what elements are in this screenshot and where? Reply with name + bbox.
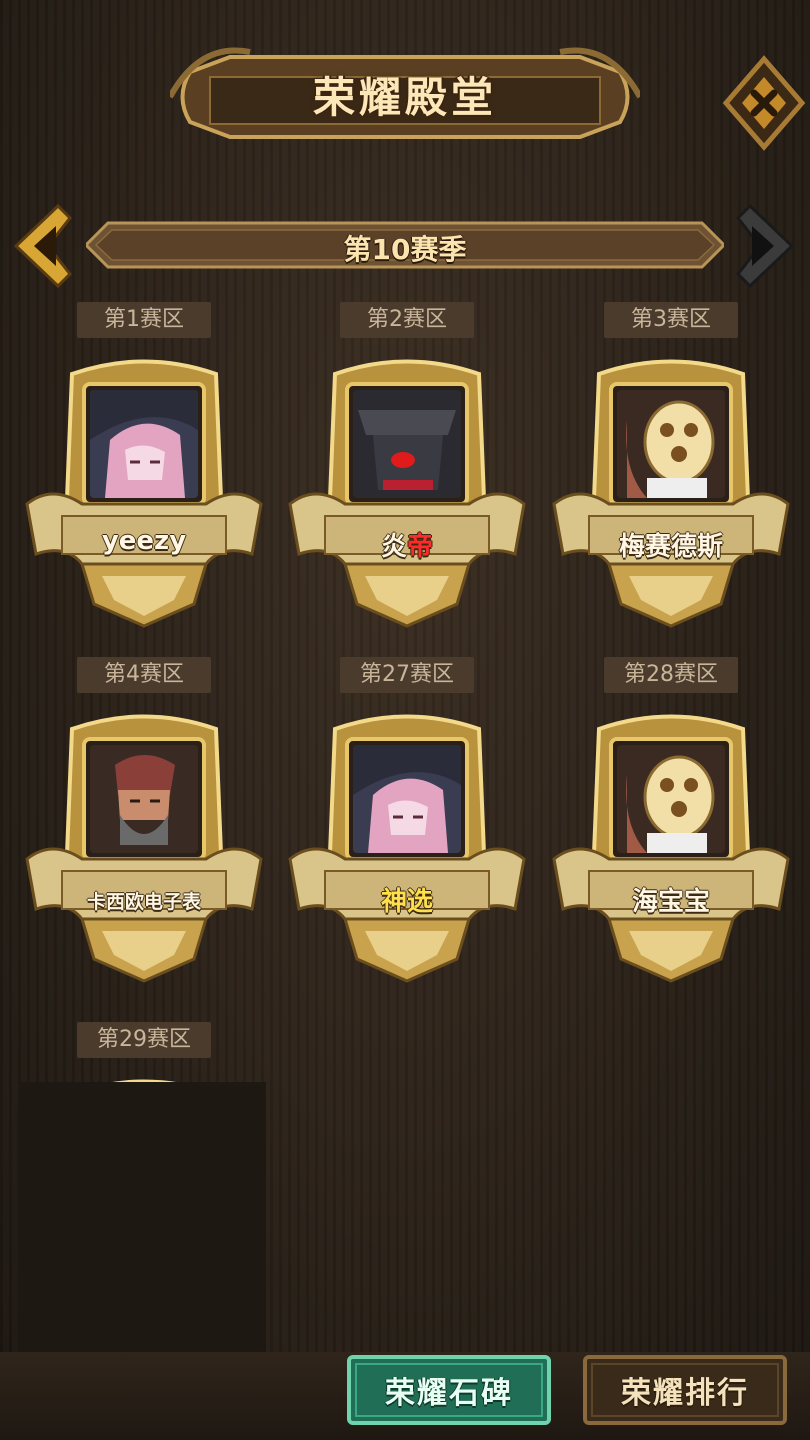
champion-name: 海宝宝: [631, 887, 710, 917]
champion-frame[interactable]: 炎帝: [285, 354, 529, 632]
champion-name-part: 帝: [407, 532, 434, 562]
page-title: 荣耀殿堂: [312, 73, 497, 122]
close-button[interactable]: [722, 55, 806, 151]
champion-avatar: [617, 745, 725, 853]
champion-name: yeezy: [101, 526, 187, 556]
glory-rank-button[interactable]: 荣耀排行: [582, 1354, 788, 1426]
champion-avatar: [90, 745, 198, 853]
title-banner: 荣耀殿堂: [170, 42, 640, 152]
zone-cell: 第1赛区 yeezy: [22, 302, 266, 632]
zone-cell: 第28赛区海宝宝: [549, 657, 793, 987]
champion-name: 卡西欧电子表: [86, 891, 201, 913]
zone-label: 第28赛区: [604, 657, 738, 693]
champion-name: 梅赛德斯: [618, 532, 723, 562]
zone-label: 第4赛区: [77, 657, 211, 693]
zone-cell: 第27赛区神选: [285, 657, 529, 987]
champion-frame[interactable]: 梅赛德斯: [549, 354, 793, 632]
zone-label: 第29赛区: [77, 1022, 211, 1058]
zone-label: 第27赛区: [340, 657, 474, 693]
champion-avatar: [90, 390, 198, 498]
next-season-button[interactable]: [730, 200, 800, 292]
arrow-left-icon: [13, 203, 73, 289]
champion-avatar: [353, 745, 461, 853]
empty-panel: [18, 1082, 266, 1376]
champion-frame[interactable]: yeezy: [22, 354, 266, 632]
season-label: 第10赛季: [343, 233, 467, 266]
glory-rank-label: 荣耀排行: [621, 1376, 749, 1411]
champion-frame[interactable]: 卡西欧电子表: [22, 709, 266, 987]
champion-frame[interactable]: 神选: [285, 709, 529, 987]
close-x-icon: [722, 55, 806, 151]
prev-season-button[interactable]: [8, 200, 78, 292]
champion-frame[interactable]: 海宝宝: [549, 709, 793, 987]
season-bar: 第10赛季: [86, 220, 724, 270]
zone-cell: 第4赛区卡西欧电子表: [22, 657, 266, 987]
champion-name-part: 炎: [380, 532, 407, 562]
champion-avatar: [617, 390, 725, 498]
zone-label: 第2赛区: [340, 302, 474, 338]
champion-name: 炎帝: [325, 526, 489, 563]
glory-stone-button[interactable]: 荣耀石碑: [346, 1354, 552, 1426]
zone-cell: 第3赛区梅赛德斯: [549, 302, 793, 632]
champion-name: 神选: [380, 887, 433, 917]
champion-avatar: [353, 390, 461, 498]
arrow-right-icon: [735, 203, 795, 289]
zone-label: 第1赛区: [77, 302, 211, 338]
zone-label: 第3赛区: [604, 302, 738, 338]
glory-stone-label: 荣耀石碑: [385, 1376, 513, 1411]
zone-cell: 第2赛区炎帝: [285, 302, 529, 632]
